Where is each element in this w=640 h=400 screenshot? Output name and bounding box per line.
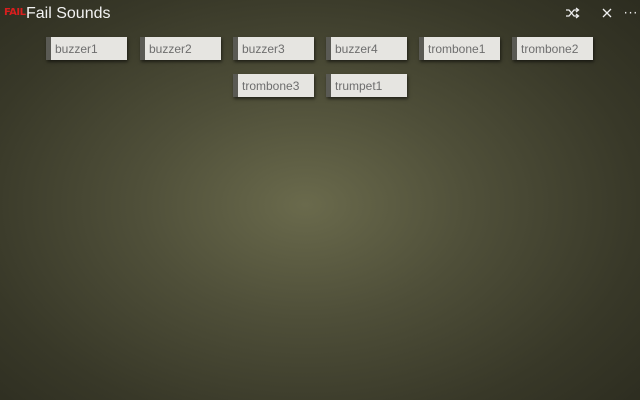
sound-button-label: buzzer3 bbox=[242, 41, 285, 56]
close-button[interactable] bbox=[594, 3, 620, 23]
sound-button-grid: buzzer1 buzzer2 buzzer3 buzzer4 trombone… bbox=[46, 37, 606, 103]
sound-button-label: buzzer4 bbox=[335, 41, 378, 56]
fail-logo: FAIL bbox=[4, 7, 26, 18]
title-bar: FAIL Fail Sounds ··· bbox=[0, 0, 640, 28]
sound-button-trombone2[interactable]: trombone2 bbox=[512, 37, 593, 60]
sound-button-label: buzzer1 bbox=[55, 41, 98, 56]
sound-button-label: trumpet1 bbox=[335, 78, 383, 93]
sound-button-buzzer3[interactable]: buzzer3 bbox=[233, 37, 314, 60]
close-icon bbox=[602, 8, 612, 18]
sound-button-label: trombone2 bbox=[521, 41, 579, 56]
sound-button-buzzer1[interactable]: buzzer1 bbox=[46, 37, 127, 60]
sound-button-trumpet1[interactable]: trumpet1 bbox=[326, 74, 407, 97]
shuffle-icon bbox=[566, 7, 580, 19]
sound-button-buzzer4[interactable]: buzzer4 bbox=[326, 37, 407, 60]
app-title: Fail Sounds bbox=[26, 5, 111, 22]
sound-button-buzzer2[interactable]: buzzer2 bbox=[140, 37, 221, 60]
sound-button-label: trombone3 bbox=[242, 78, 300, 93]
sound-button-label: trombone1 bbox=[428, 41, 486, 56]
sound-button-label: buzzer2 bbox=[149, 41, 192, 56]
more-options-button[interactable]: ··· bbox=[618, 3, 640, 23]
shuffle-button[interactable] bbox=[560, 3, 586, 23]
sound-button-trombone1[interactable]: trombone1 bbox=[419, 37, 500, 60]
sound-button-trombone3[interactable]: trombone3 bbox=[233, 74, 314, 97]
